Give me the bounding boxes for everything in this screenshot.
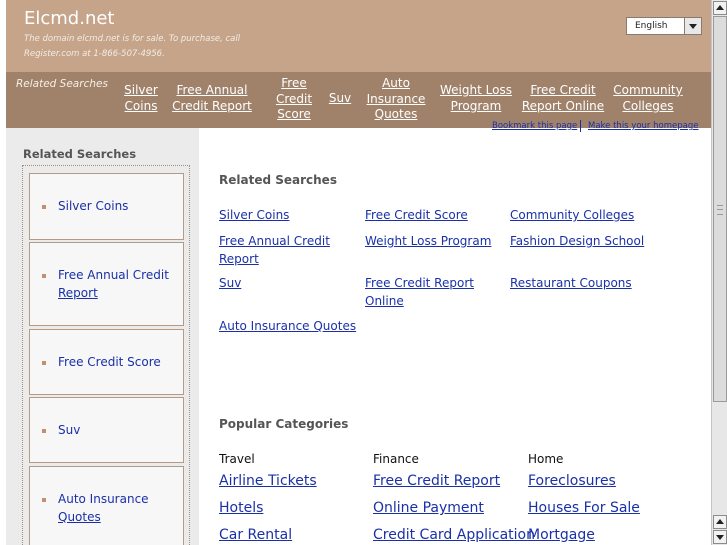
top-nav-link-community-colleges[interactable]: Community Colleges: [612, 83, 684, 114]
scrollbar-thumb[interactable]: [713, 16, 727, 402]
related-link-free-credit-report-online[interactable]: Free Credit Report Online: [365, 275, 480, 310]
related-link-community-colleges[interactable]: Community Colleges: [510, 207, 660, 225]
bookmark-link[interactable]: Bookmark this page: [492, 121, 577, 131]
language-select[interactable]: English: [626, 17, 702, 35]
category-link-free-credit-report[interactable]: Free Credit Report: [373, 473, 500, 489]
category-link-hotels[interactable]: Hotels: [219, 500, 263, 516]
category-title-finance: Finance: [373, 452, 419, 466]
sidebar-item-label[interactable]: Silver Coins: [58, 198, 128, 216]
category-link-car-rental[interactable]: Car Rental: [219, 527, 292, 543]
category-link-online-payment[interactable]: Online Payment: [373, 500, 484, 516]
bullet-icon: [42, 274, 46, 278]
chevron-down-icon[interactable]: [684, 18, 701, 34]
top-nav-link-suv[interactable]: Suv: [327, 91, 353, 107]
sidebar-heading: Related Searches: [23, 147, 137, 161]
homepage-link[interactable]: Make this your homepage: [588, 121, 698, 131]
scroll-up-arrow-icon[interactable]: [713, 515, 727, 529]
related-searches-heading: Related Searches: [219, 173, 337, 187]
site-title: Elcmd.net: [24, 8, 115, 29]
top-nav-link-free-annual-credit-report[interactable]: Free Annual Credit Report: [170, 83, 254, 114]
category-link-airline-tickets[interactable]: Airline Tickets: [219, 473, 317, 489]
sidebar-item-label[interactable]: Auto Insurance Quotes: [58, 491, 149, 526]
sidebar-item[interactable]: Free Credit Score: [29, 329, 184, 395]
sidebar-item[interactable]: Suv: [29, 397, 184, 463]
related-link-fashion-design-school[interactable]: Fashion Design School: [510, 233, 660, 251]
language-select-value: English: [635, 21, 668, 31]
category-title-home: Home: [528, 452, 564, 466]
sidebar-list: Silver Coins Free Annual Credit Report Fr…: [22, 165, 190, 545]
category-link-credit-card-application[interactable]: Credit Card Application: [373, 527, 535, 543]
bullet-icon: [42, 205, 46, 209]
scroll-down-arrow-icon[interactable]: [713, 530, 727, 544]
related-link-free-annual-credit-report[interactable]: Free Annual Credit Report: [219, 233, 339, 268]
grip-icon: [717, 205, 723, 215]
bullet-icon: [42, 498, 46, 502]
top-nav-link-auto-insurance-quotes[interactable]: Auto Insurance Quotes: [363, 76, 429, 123]
top-nav-link-weight-loss-program[interactable]: Weight Loss Program: [438, 83, 514, 114]
top-nav-link-silver-coins[interactable]: Silver Coins: [121, 83, 161, 114]
utility-divider: [580, 120, 581, 132]
top-navigation: Related Searches Silver Coins Free Annua…: [6, 72, 711, 128]
related-link-silver-coins[interactable]: Silver Coins: [219, 207, 349, 225]
sidebar-item[interactable]: Silver Coins: [29, 173, 184, 240]
sidebar-item-label[interactable]: Free Annual Credit Report: [58, 267, 169, 302]
category-link-foreclosures[interactable]: Foreclosures: [528, 473, 616, 489]
related-link-suv[interactable]: Suv: [219, 275, 349, 293]
sidebar-item[interactable]: Auto Insurance Quotes: [29, 466, 184, 545]
domain-sale-notice: The domain elcmd.net is for sale. To pur…: [24, 34, 241, 59]
related-link-auto-insurance-quotes[interactable]: Auto Insurance Quotes: [219, 318, 369, 336]
bullet-icon: [42, 429, 46, 433]
category-title-travel: Travel: [219, 452, 255, 466]
vertical-scrollbar[interactable]: [711, 0, 727, 545]
sidebar-item-label[interactable]: Suv: [58, 422, 80, 440]
page: Elcmd.net The domain elcmd.net is for sa…: [0, 0, 711, 545]
site-header: Elcmd.net The domain elcmd.net is for sa…: [6, 0, 711, 72]
bullet-icon: [42, 361, 46, 365]
sidebar-item[interactable]: Free Annual Credit Report: [29, 242, 184, 326]
top-nav-link-free-credit-score[interactable]: Free Credit Score: [274, 76, 314, 123]
scroll-up-arrow-icon[interactable]: [713, 1, 727, 15]
category-link-mortgage[interactable]: Mortgage: [528, 527, 595, 543]
related-link-weight-loss-program[interactable]: Weight Loss Program: [365, 233, 505, 251]
category-link-houses-for-sale[interactable]: Houses For Sale: [528, 500, 640, 516]
related-link-restaurant-coupons[interactable]: Restaurant Coupons: [510, 275, 660, 293]
top-nav-link-free-credit-report-online[interactable]: Free Credit Report Online: [520, 83, 606, 114]
sidebar: Related Searches Silver Coins Free Annua…: [6, 128, 199, 545]
sidebar-item-label[interactable]: Free Credit Score: [58, 354, 161, 372]
top-nav-label: Related Searches: [16, 78, 108, 90]
popular-categories-heading: Popular Categories: [219, 417, 349, 431]
related-link-free-credit-score[interactable]: Free Credit Score: [365, 207, 495, 225]
